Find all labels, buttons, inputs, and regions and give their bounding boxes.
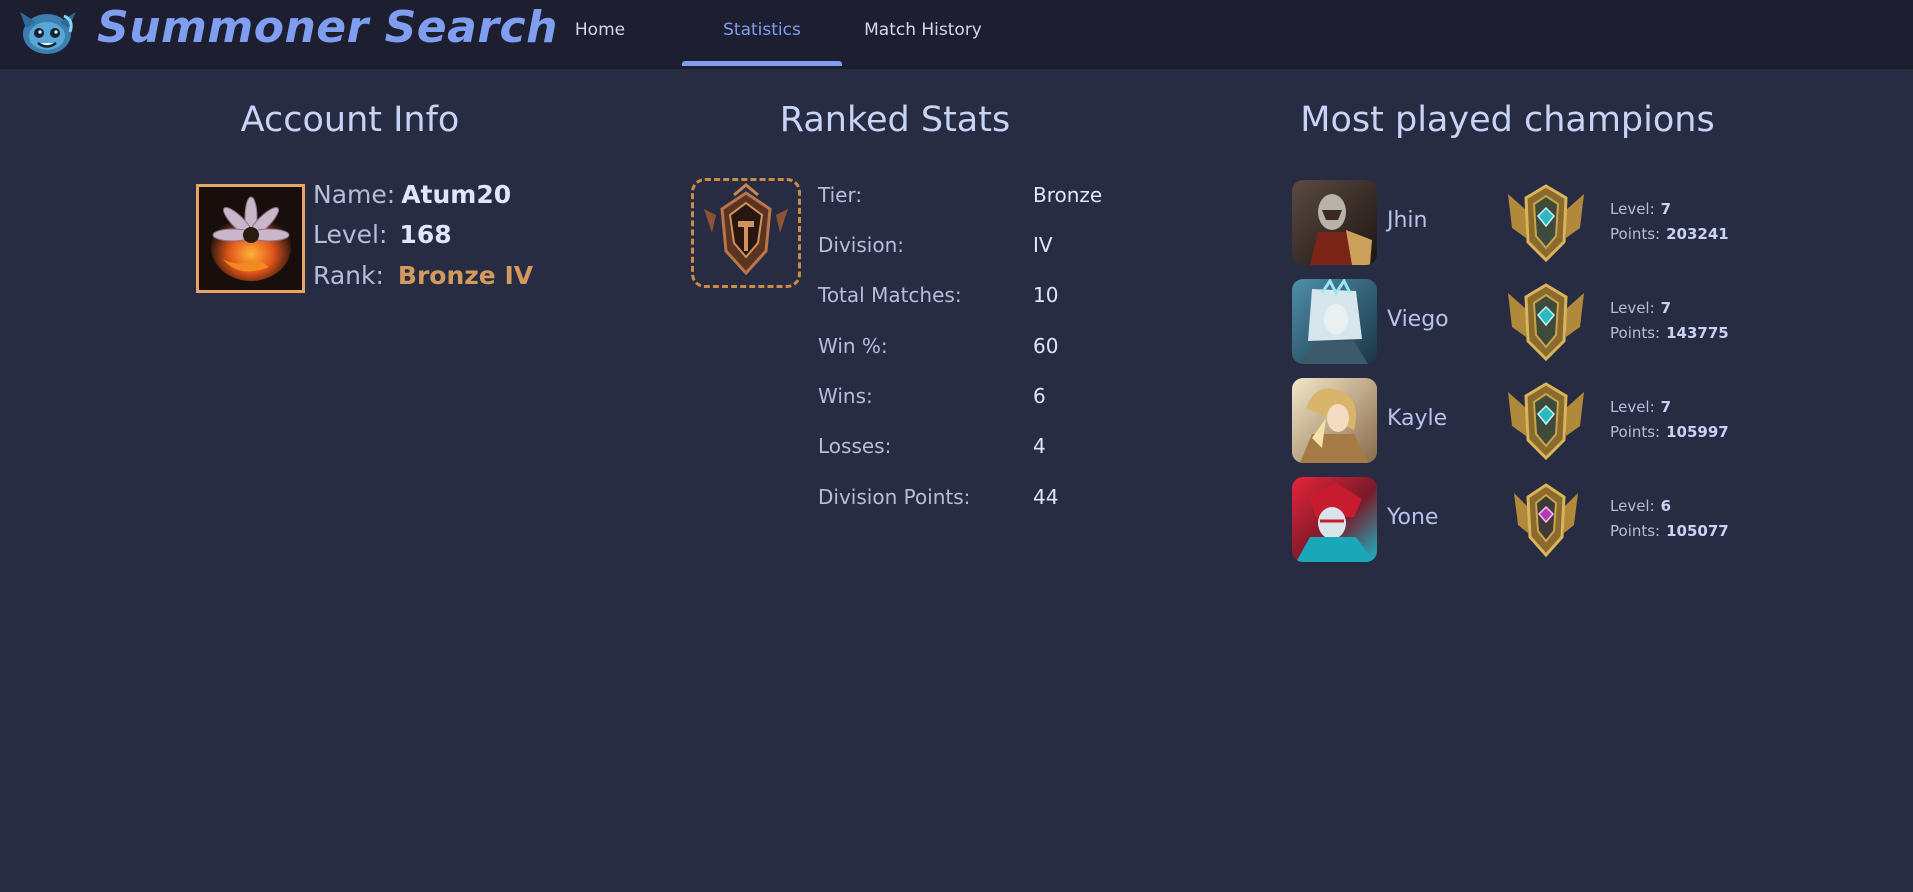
account-name-row: Name: Atum20 [313,180,511,209]
stat-value-wins: 6 [1033,384,1046,408]
flower-avatar-icon [199,187,302,290]
account-level-row: Level: 168 [313,220,452,249]
nav-statistics[interactable]: Statistics [682,0,842,66]
mastery-level-jhin: Level: 7 [1610,200,1672,218]
top-navbar: Summoner Search Home Statistics Match Hi… [0,0,1913,69]
mastery-7-icon [1508,184,1584,263]
stat-label-tier: Tier: [818,183,863,207]
mastery-6-icon [1514,483,1578,558]
stat-label-division-points: Division Points: [818,485,971,509]
champion-name-viego[interactable]: Viego [1387,307,1449,332]
bronze-emblem-icon [704,183,788,276]
mastery-points-jhin: Points: 203241 [1610,225,1729,243]
stat-value-division-points: 44 [1033,485,1059,509]
mastery-points-viego: Points: 143775 [1610,324,1729,342]
champion-portrait-viego[interactable] [1292,279,1377,364]
viego-portrait-icon [1292,279,1377,364]
summoner-rank: Bronze IV [397,261,534,290]
nav-match-history[interactable]: Match History [850,0,996,66]
yone-portrait-icon [1292,477,1377,562]
most-played-heading: Most played champions [1300,100,1715,140]
mastery-points-yone: Points: 105077 [1610,522,1729,540]
summoner-avatar [196,184,305,293]
app-title[interactable]: Summoner Search [97,2,558,53]
mastery-7-icon [1508,283,1584,362]
champion-name-jhin[interactable]: Jhin [1387,208,1428,233]
stat-value-division: IV [1033,233,1053,257]
stat-label-division: Division: [818,233,904,257]
stat-value-losses: 4 [1033,434,1046,458]
mastery-points-kayle: Points: 105997 [1610,423,1729,441]
champion-name-yone[interactable]: Yone [1387,505,1438,530]
name-label: Name: [313,180,396,209]
stat-label-wins: Wins: [818,384,873,408]
jhin-portrait-icon [1292,180,1377,265]
stat-value-tier: Bronze [1033,183,1103,207]
stat-label-losses: Losses: [818,434,892,458]
stat-value-total-matches: 10 [1033,283,1059,307]
nav-home[interactable]: Home [540,0,660,66]
mastery-7-icon [1508,382,1584,461]
champion-portrait-yone[interactable] [1292,477,1377,562]
stat-label-win-percent: Win %: [818,334,888,358]
ranked-stats-heading: Ranked Stats [779,100,1011,140]
summoner-level: 168 [399,220,452,249]
kayle-portrait-icon [1292,378,1377,463]
account-info-heading: Account Info [240,100,460,140]
mastery-level-viego: Level: 7 [1610,299,1672,317]
stat-value-win-percent: 60 [1033,334,1059,358]
champion-portrait-kayle[interactable] [1292,378,1377,463]
summoner-name: Atum20 [401,180,512,209]
rank-emblem-frame [691,178,801,288]
champion-name-kayle[interactable]: Kayle [1387,406,1447,431]
active-tab-indicator [682,61,842,66]
mastery-level-yone: Level: 6 [1610,497,1672,515]
poro-logo-icon[interactable] [16,6,78,58]
stat-label-total-matches: Total Matches: [818,283,962,307]
account-rank-row: Rank: Bronze IV [313,261,533,290]
level-label: Level: [313,220,388,249]
mastery-level-kayle: Level: 7 [1610,398,1672,416]
champion-portrait-jhin[interactable] [1292,180,1377,265]
rank-label: Rank: [313,261,384,290]
